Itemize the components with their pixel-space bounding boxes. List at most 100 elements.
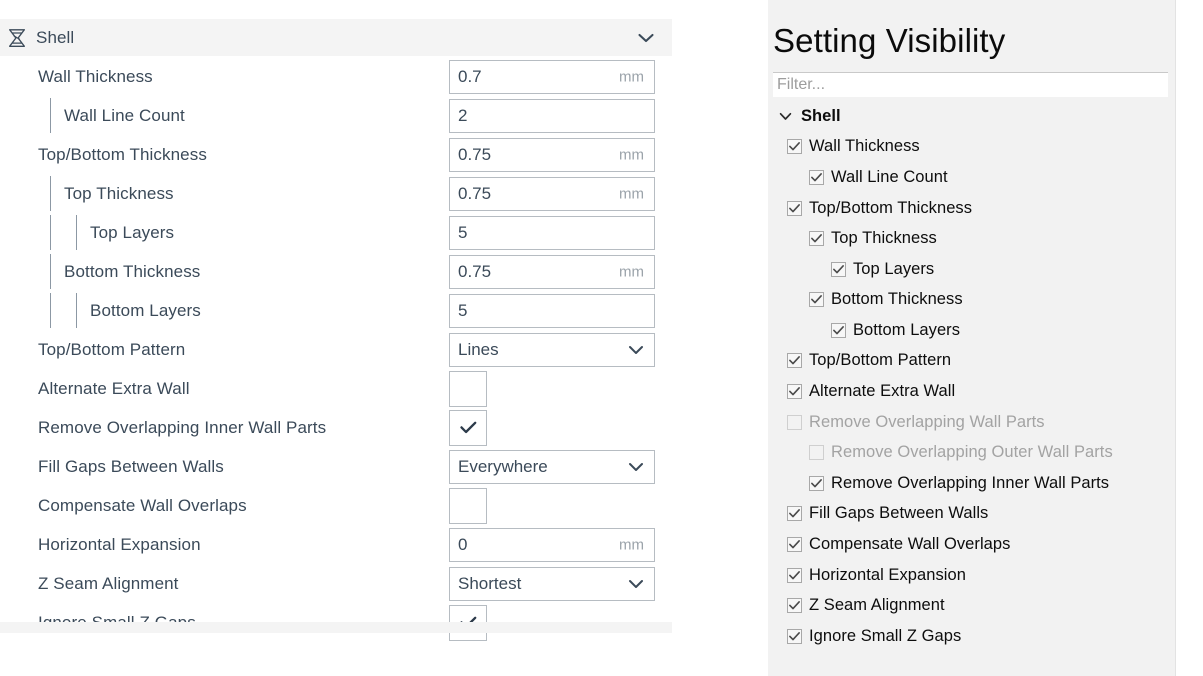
setting-text-input[interactable]: 2	[449, 98, 655, 133]
visibility-checkbox[interactable]	[787, 200, 802, 216]
visibility-checkbox[interactable]	[831, 261, 846, 277]
setting-control-cell: 5	[449, 213, 672, 252]
check-icon	[789, 387, 800, 396]
chevron-down-icon[interactable]	[628, 345, 644, 355]
visibility-item-row[interactable]: Remove Overlapping Outer Wall Parts	[773, 437, 1175, 468]
visibility-checkbox[interactable]	[787, 628, 802, 644]
setting-text-input[interactable]: 0.75 mm	[449, 137, 655, 172]
setting-text-input[interactable]: 5	[449, 215, 655, 250]
setting-dropdown[interactable]: Everywhere	[449, 449, 655, 484]
visibility-checkbox[interactable]	[809, 475, 824, 491]
visibility-label: Compensate Wall Overlaps	[809, 535, 1011, 554]
visibility-item-row[interactable]: Wall Thickness	[773, 132, 1175, 163]
visibility-label: Top/Bottom Thickness	[809, 198, 973, 217]
check-icon	[833, 264, 844, 274]
setting-label: Z Seam Alignment	[38, 573, 179, 593]
visibility-checkbox[interactable]	[787, 353, 802, 369]
chevron-down-icon[interactable]	[779, 112, 792, 121]
visibility-item-row[interactable]: Top/Bottom Pattern	[773, 346, 1175, 377]
shell-settings-panel: Shell Wall Thickness 0.7 mm Wall Line Count…	[0, 19, 672, 641]
setting-value: Shortest	[458, 574, 522, 593]
setting-label: Compensate Wall Overlaps	[38, 495, 247, 515]
setting-label: Wall Line Count	[64, 105, 185, 125]
setting-value: 0.75	[458, 262, 492, 281]
setting-row: Top/Bottom Thickness 0.75 mm	[0, 135, 672, 174]
settings-row-list: Wall Thickness 0.7 mm Wall Line Count 2 Top/B…	[0, 56, 672, 642]
setting-label-cell: Fill Gaps Between Walls	[0, 447, 449, 486]
visibility-item-row[interactable]: Remove Overlapping Wall Parts	[773, 407, 1175, 438]
visibility-label: Wall Line Count	[831, 167, 948, 186]
indent-guide	[76, 215, 77, 250]
setting-dropdown[interactable]: Lines	[449, 332, 655, 367]
setting-checkbox[interactable]	[449, 487, 487, 524]
visibility-label: Fill Gaps Between Walls	[809, 504, 989, 523]
setting-label-cell: Top Thickness	[0, 174, 449, 213]
setting-value: 0	[458, 535, 468, 554]
setting-unit: mm	[619, 263, 644, 280]
visibility-checkbox[interactable]	[787, 537, 802, 553]
visibility-item-row[interactable]: Compensate Wall Overlaps	[773, 529, 1175, 560]
visibility-checkbox[interactable]	[787, 384, 802, 400]
visibility-checkbox[interactable]	[809, 231, 824, 247]
setting-text-input[interactable]: 0.75 mm	[449, 176, 655, 211]
setting-label-cell: Wall Line Count	[0, 96, 449, 135]
setting-control-cell: Everywhere	[449, 447, 672, 486]
visibility-checkbox[interactable]	[787, 506, 802, 522]
visibility-group-row[interactable]: Shell	[773, 101, 1175, 132]
setting-text-input[interactable]: 0.75 mm	[449, 254, 655, 289]
setting-text-input[interactable]: 0.7 mm	[449, 59, 655, 94]
check-icon	[789, 570, 800, 580]
shell-category-header[interactable]: Shell	[0, 19, 672, 56]
visibility-item-row[interactable]: Z Seam Alignment	[773, 590, 1175, 621]
setting-label: Alternate Extra Wall	[38, 378, 190, 398]
visibility-checkbox	[787, 414, 802, 430]
setting-label: Bottom Thickness	[64, 261, 201, 281]
visibility-item-row[interactable]: Wall Line Count	[773, 162, 1175, 193]
setting-label: Top/Bottom Thickness	[38, 144, 207, 164]
indent-guide	[50, 215, 51, 250]
visibility-item-row[interactable]: Alternate Extra Wall	[773, 376, 1175, 407]
visibility-item-row[interactable]: Top Thickness	[773, 223, 1175, 254]
filter-input[interactable]	[773, 71, 1168, 97]
visibility-checkbox[interactable]	[787, 598, 802, 614]
visibility-item-row[interactable]: Bottom Thickness	[773, 285, 1175, 316]
setting-label: Fill Gaps Between Walls	[38, 456, 224, 476]
check-icon	[811, 234, 822, 243]
setting-checkbox[interactable]	[449, 370, 487, 407]
setting-unit: mm	[619, 536, 644, 553]
setting-control-cell	[449, 408, 672, 447]
visibility-item-row[interactable]: Bottom Layers	[773, 315, 1175, 346]
setting-checkbox[interactable]	[449, 409, 487, 446]
setting-label-cell: Alternate Extra Wall	[0, 369, 449, 408]
visibility-item-row[interactable]: Horizontal Expansion	[773, 560, 1175, 591]
chevron-down-icon[interactable]	[628, 579, 644, 589]
visibility-label: Wall Thickness	[809, 137, 920, 156]
setting-row: Top Thickness 0.75 mm	[0, 174, 672, 213]
chevron-down-icon[interactable]	[628, 462, 644, 472]
setting-row: Z Seam Alignment Shortest	[0, 564, 672, 603]
setting-label: Horizontal Expansion	[38, 534, 201, 554]
setting-value: Everywhere	[458, 457, 548, 476]
setting-dropdown[interactable]: Shortest	[449, 566, 655, 601]
check-icon	[789, 142, 800, 151]
visibility-item-row[interactable]: Ignore Small Z Gaps	[773, 621, 1175, 652]
visibility-item-row[interactable]: Remove Overlapping Inner Wall Parts	[773, 468, 1175, 499]
setting-row: Bottom Layers 5	[0, 291, 672, 330]
setting-control-cell: Shortest	[449, 564, 672, 603]
visibility-checkbox[interactable]	[809, 292, 824, 308]
visibility-checkbox[interactable]	[787, 567, 802, 583]
visibility-item-row[interactable]: Fill Gaps Between Walls	[773, 499, 1175, 530]
setting-text-input[interactable]: 0 mm	[449, 527, 655, 562]
chevron-down-icon[interactable]	[638, 33, 654, 43]
visibility-item-row[interactable]: Top Layers	[773, 254, 1175, 285]
setting-text-input[interactable]: 5	[449, 293, 655, 328]
setting-label-cell: Remove Overlapping Inner Wall Parts	[0, 408, 449, 447]
setting-label-cell: Wall Thickness	[0, 57, 449, 96]
visibility-label: Top Thickness	[831, 229, 937, 248]
setting-label-cell: Horizontal Expansion	[0, 525, 449, 564]
visibility-item-row[interactable]: Top/Bottom Thickness	[773, 193, 1175, 224]
visibility-checkbox[interactable]	[809, 169, 824, 185]
visibility-checkbox[interactable]	[831, 322, 846, 338]
setting-control-cell: Lines	[449, 330, 672, 369]
visibility-checkbox[interactable]	[787, 139, 802, 155]
